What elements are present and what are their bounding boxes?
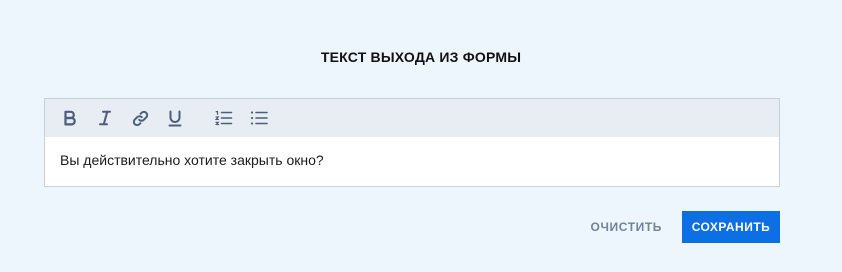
italic-icon bbox=[98, 110, 112, 126]
editor-toolbar bbox=[45, 99, 779, 137]
ordered-list-icon bbox=[215, 110, 233, 126]
underline-icon bbox=[168, 110, 182, 127]
bulleted-list-button[interactable] bbox=[248, 107, 270, 129]
bold-button[interactable] bbox=[59, 107, 81, 129]
ordered-list-button[interactable] bbox=[213, 107, 235, 129]
bulleted-list-icon bbox=[250, 110, 268, 126]
rich-text-editor: Вы действительно хотите закрыть окно? bbox=[44, 98, 780, 187]
clear-button[interactable]: ОЧИСТИТЬ bbox=[581, 211, 672, 243]
link-button[interactable] bbox=[129, 107, 151, 129]
save-button[interactable]: СОХРАНИТЬ bbox=[682, 211, 780, 243]
form-actions: ОЧИСТИТЬ СОХРАНИТЬ bbox=[581, 211, 780, 243]
bold-icon bbox=[63, 110, 77, 126]
editor-content[interactable]: Вы действительно хотите закрыть окно? bbox=[45, 137, 779, 168]
underline-button[interactable] bbox=[164, 107, 186, 129]
exit-text-form: ТЕКСТ ВЫХОДА ИЗ ФОРМЫ Вы действительно х… bbox=[0, 0, 842, 272]
italic-button[interactable] bbox=[94, 107, 116, 129]
form-title: ТЕКСТ ВЫХОДА ИЗ ФОРМЫ bbox=[320, 49, 522, 65]
link-icon bbox=[132, 110, 149, 127]
